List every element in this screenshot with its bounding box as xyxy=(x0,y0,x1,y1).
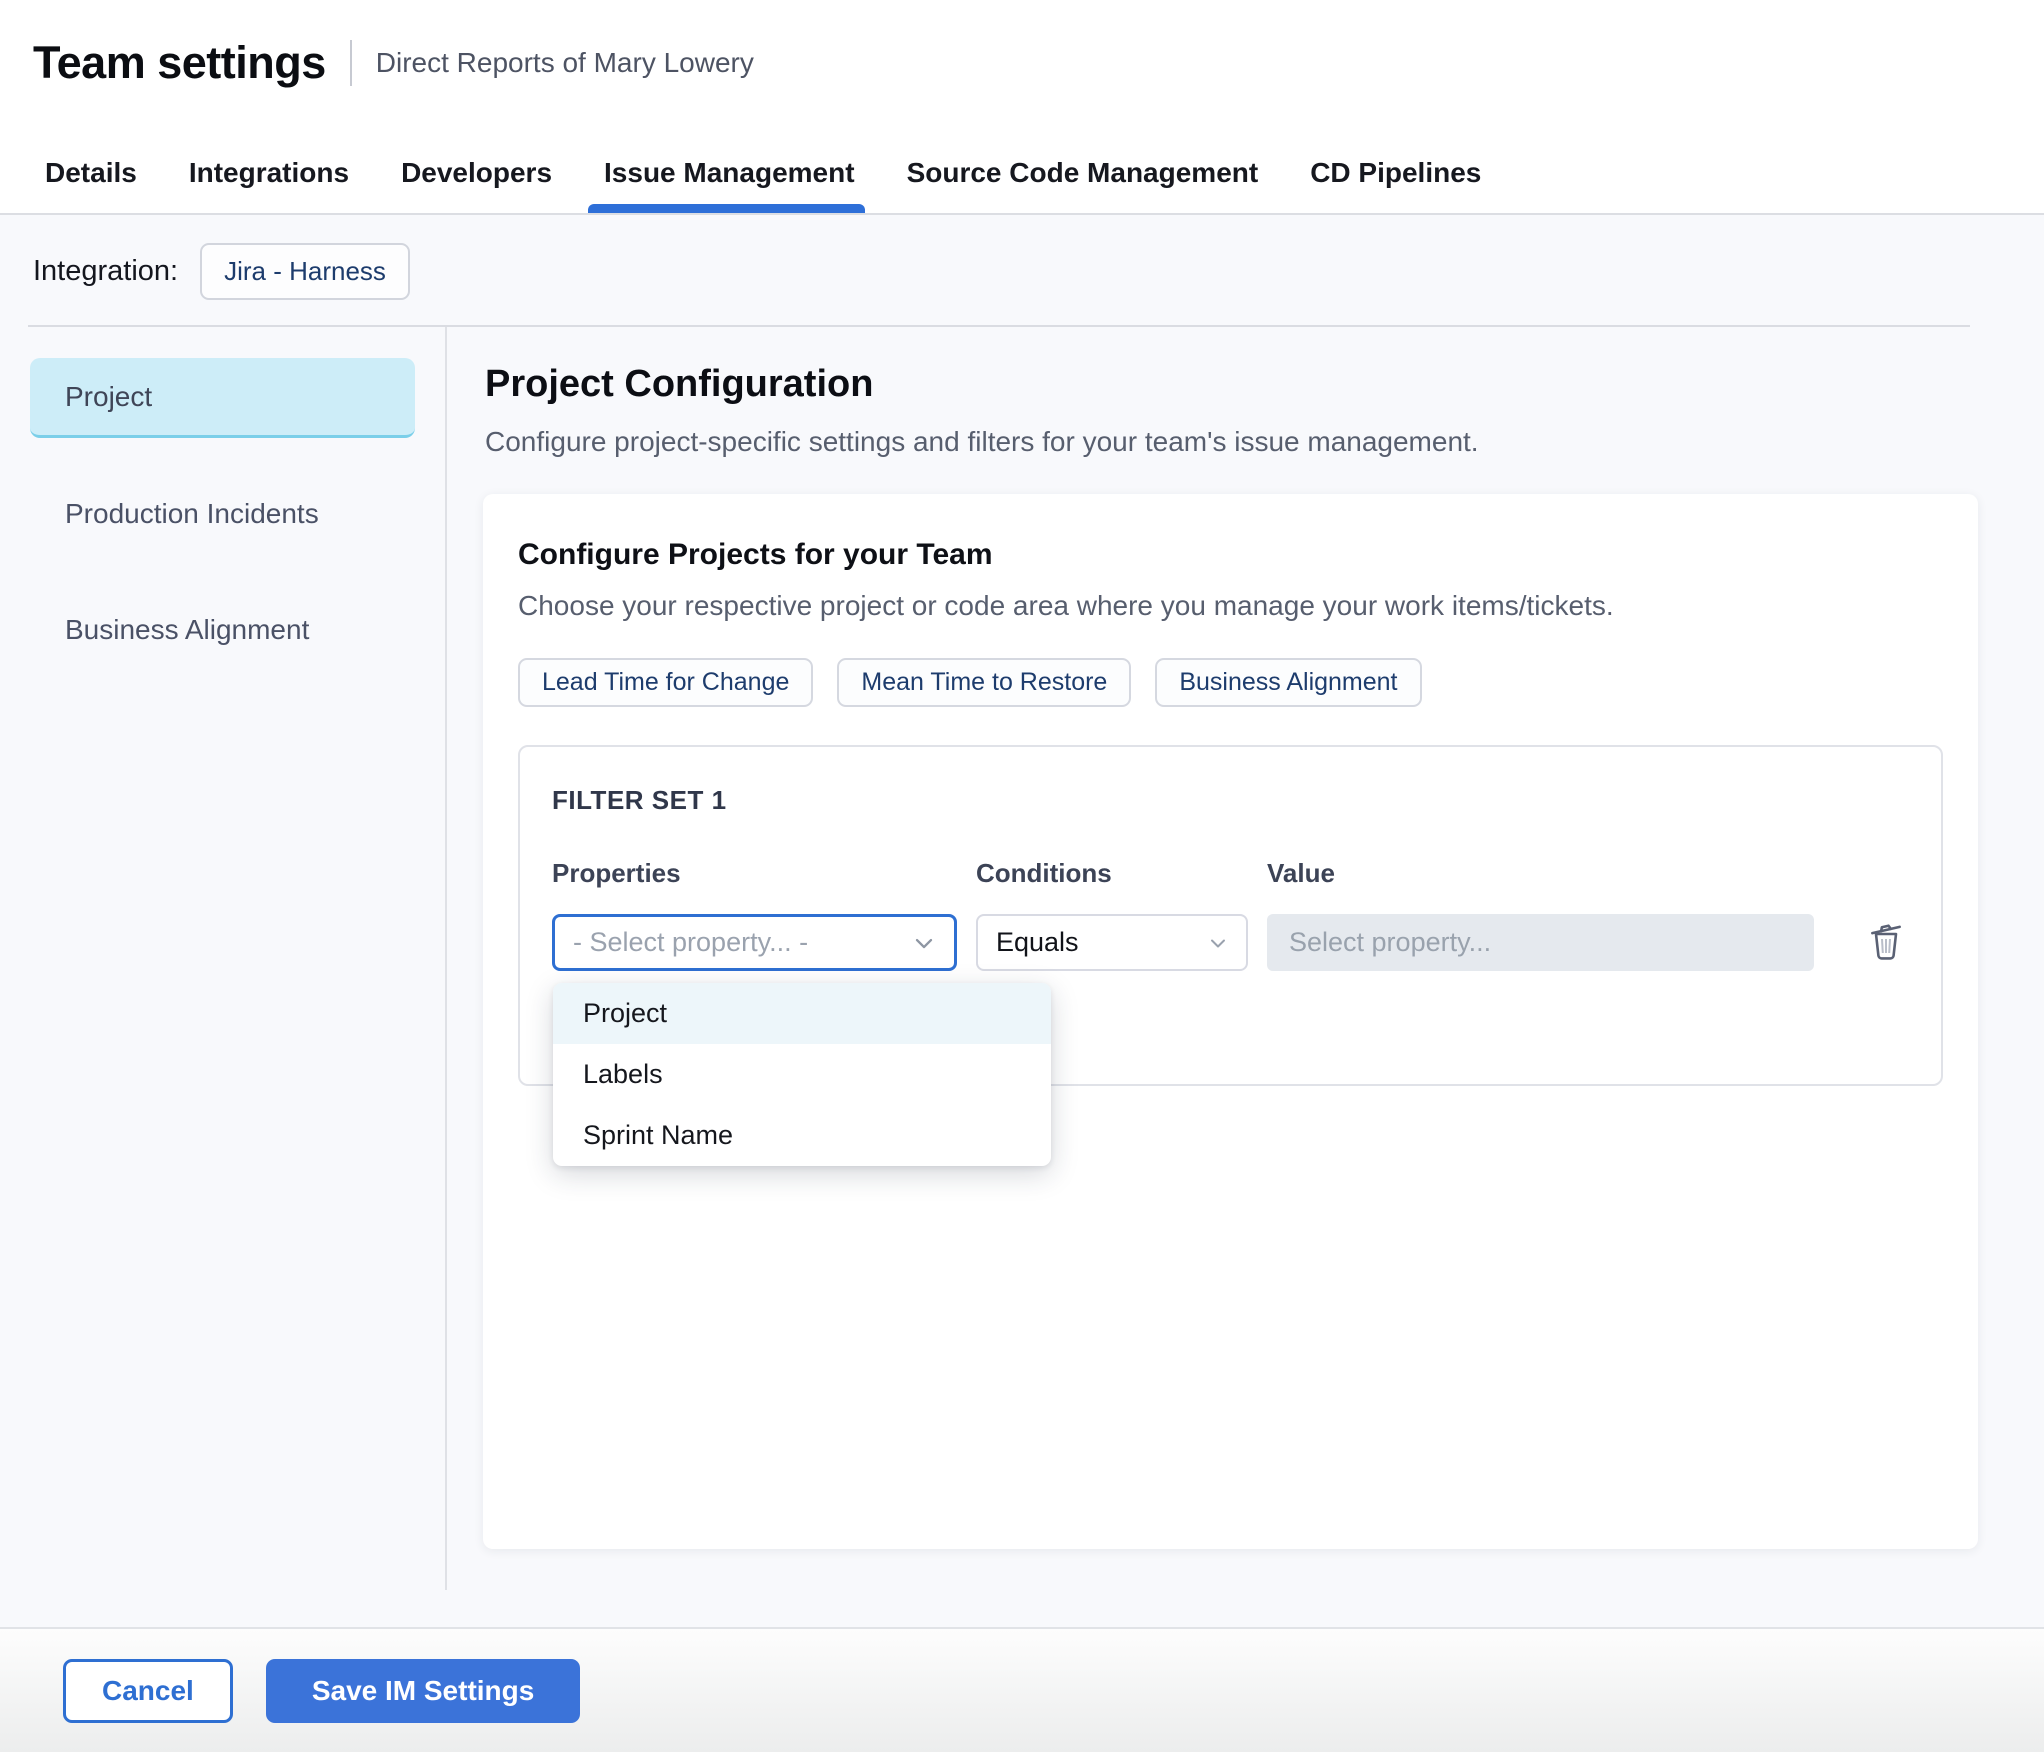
page-title: Team settings xyxy=(33,37,326,88)
sidebar-item-business-alignment[interactable]: Business Alignment xyxy=(30,590,415,670)
chip-business-alignment[interactable]: Business Alignment xyxy=(1155,658,1422,707)
tab-integrations[interactable]: Integrations xyxy=(189,147,349,213)
trash-icon xyxy=(1871,924,1901,960)
integration-chip[interactable]: Jira - Harness xyxy=(200,242,410,300)
main-content: Project Configuration Configure project-… xyxy=(447,327,2044,1627)
cancel-button[interactable]: Cancel xyxy=(63,1658,233,1723)
sidebar-item-project[interactable]: Project xyxy=(30,358,415,438)
column-header-value: Value xyxy=(1267,858,1335,888)
filter-set-title: FILTER SET 1 xyxy=(552,785,727,815)
conditions-select[interactable]: Equals xyxy=(976,914,1248,971)
chip-mean-time-to-restore[interactable]: Mean Time to Restore xyxy=(837,658,1132,707)
header: Team settings Direct Reports of Mary Low… xyxy=(0,0,2044,215)
integration-label: Integration: xyxy=(33,254,179,287)
filter-column-headers: Properties Conditions Value xyxy=(552,858,1909,889)
value-input[interactable] xyxy=(1267,914,1814,971)
card-subtitle: Choose your respective project or code a… xyxy=(518,590,1614,621)
save-button[interactable]: Save IM Settings xyxy=(265,1658,581,1723)
sidebar-item-production-incidents[interactable]: Production Incidents xyxy=(30,474,415,554)
tab-details[interactable]: Details xyxy=(45,147,137,213)
chevron-down-icon xyxy=(915,938,933,948)
page-subtitle: Direct Reports of Mary Lowery xyxy=(375,46,754,78)
properties-select[interactable]: - Select property... - Project Labels Sp… xyxy=(552,914,1051,1166)
title-divider xyxy=(349,39,352,86)
card-title: Configure Projects for your Team xyxy=(518,538,993,571)
dropdown-option-labels[interactable]: Labels xyxy=(553,1044,1051,1105)
tab-cd-pipelines[interactable]: CD Pipelines xyxy=(1310,147,1481,213)
section-subtitle: Configure project-specific settings and … xyxy=(485,426,1479,457)
tab-issue-management[interactable]: Issue Management xyxy=(588,147,865,213)
chevron-down-icon xyxy=(1211,939,1225,947)
project-config-card: Configure Projects for your Team Choose … xyxy=(483,494,1978,1549)
properties-placeholder: - Select property... - xyxy=(573,927,809,957)
filter-set-1: FILTER SET 1 Properties Conditions Value… xyxy=(518,745,1943,1166)
conditions-value: Equals xyxy=(996,927,1079,957)
title-row: Team settings Direct Reports of Mary Low… xyxy=(0,0,2044,88)
body: Project Production Incidents Business Al… xyxy=(0,327,2044,1627)
column-header-properties: Properties xyxy=(552,858,681,888)
metric-chips: Lead Time for Change Mean Time to Restor… xyxy=(518,658,1943,707)
footer-action-bar: Cancel Save IM Settings xyxy=(0,1627,2044,1752)
column-header-conditions: Conditions xyxy=(976,858,1112,888)
dropdown-option-project[interactable]: Project xyxy=(553,983,1051,1044)
sidebar: Project Production Incidents Business Al… xyxy=(0,327,447,1627)
integration-row: Integration: Jira - Harness xyxy=(0,215,2044,327)
tab-bar: Details Integrations Developers Issue Ma… xyxy=(0,147,2044,213)
properties-dropdown: Project Labels Sprint Name xyxy=(553,983,1051,1166)
delete-filter-button[interactable] xyxy=(1861,913,1911,972)
tab-developers[interactable]: Developers xyxy=(401,147,552,213)
tab-source-code-management[interactable]: Source Code Management xyxy=(907,147,1259,213)
chip-lead-time-for-change[interactable]: Lead Time for Change xyxy=(518,658,814,707)
dropdown-option-sprint-name[interactable]: Sprint Name xyxy=(553,1105,1051,1166)
section-title: Project Configuration xyxy=(485,363,874,405)
team-settings-page: Team settings Direct Reports of Mary Low… xyxy=(0,0,2044,1752)
filter-row: - Select property... - Project Labels Sp… xyxy=(552,913,1911,1166)
